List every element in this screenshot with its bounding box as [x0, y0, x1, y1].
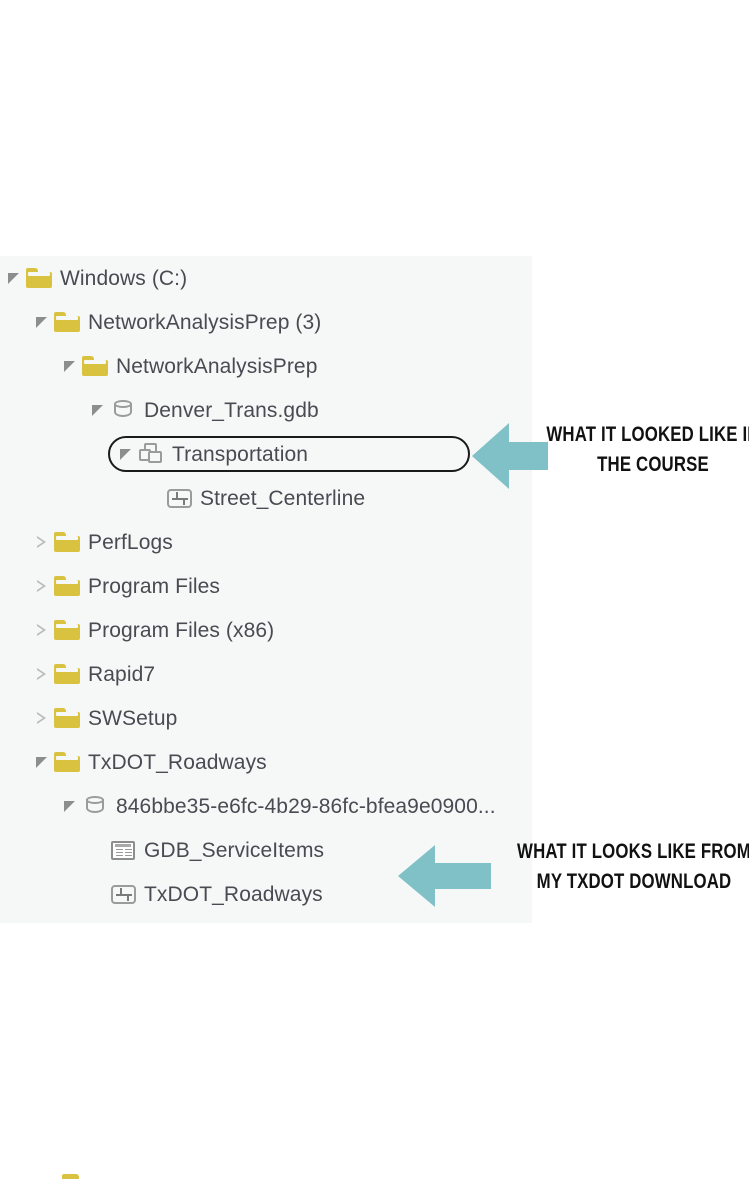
catalog-tree-panel: Windows (C:) NetworkAnalysisPrep (3) Netwo… — [0, 256, 532, 1179]
folder-icon — [80, 344, 110, 388]
geodatabase-icon — [108, 388, 138, 432]
tree-item[interactable]: SWSetup — [0, 696, 532, 740]
table-icon — [108, 828, 138, 872]
expander-expand-icon[interactable] — [30, 652, 52, 696]
tree-item[interactable]: TxDOT_Roadways — [0, 740, 532, 784]
folder-icon — [52, 696, 82, 740]
tree-item[interactable]: Street_Centerline — [0, 476, 532, 520]
tree-item-label: Denver_Trans.gdb — [144, 398, 319, 422]
expander-expand-icon[interactable] — [30, 696, 52, 740]
expander-spacer — [86, 872, 108, 916]
tree-item[interactable]: Transportation — [0, 432, 532, 476]
expander-spacer — [86, 828, 108, 872]
tree-item-label: 846bbe35-e6fc-4b29-86fc-bfea9e0900... — [116, 794, 496, 818]
tree-item-label: Transportation — [172, 442, 309, 466]
tree-item-label: Program Files — [88, 574, 220, 598]
tree-item[interactable]: Windows (C:) — [0, 256, 532, 300]
line-feature-class-icon — [108, 872, 138, 916]
expander-collapse-icon[interactable] — [30, 740, 52, 784]
expander-collapse-icon[interactable] — [58, 784, 80, 828]
tree-item-label: NetworkAnalysisPrep (3) — [88, 310, 322, 334]
expander-expand-icon[interactable] — [30, 608, 52, 652]
expander-collapse-icon[interactable] — [58, 344, 80, 388]
feature-dataset-icon — [136, 432, 166, 476]
tree-item-label: Street_Centerline — [200, 486, 366, 510]
expander-expand-icon[interactable] — [30, 564, 52, 608]
course-callout-text: WHAT IT LOOKED LIKE IN THE COURSE — [546, 423, 749, 476]
folder-icon — [52, 608, 82, 652]
folder-icon — [52, 652, 82, 696]
tree-item[interactable]: Program Files — [0, 564, 532, 608]
tree-item-label: Program Files (x86) — [88, 618, 275, 642]
folder-icon — [52, 300, 82, 344]
folder-icon — [52, 564, 82, 608]
tree-item-label: SWSetup — [88, 706, 178, 730]
tree-item[interactable]: NetworkAnalysisPrep (3) — [0, 300, 532, 344]
tree-item[interactable]: Program Files (x86) — [0, 608, 532, 652]
line-feature-class-icon — [164, 476, 194, 520]
expander-collapse-icon[interactable] — [114, 432, 136, 476]
catalog-tree[interactable]: Windows (C:) NetworkAnalysisPrep (3) Netwo… — [0, 256, 532, 916]
geodatabase-icon — [80, 784, 110, 828]
expander-collapse-icon[interactable] — [30, 300, 52, 344]
tree-item-label: Rapid7 — [88, 662, 156, 686]
tree-item-label: TxDOT_Roadways — [88, 750, 267, 774]
tree-item[interactable]: 846bbe35-e6fc-4b29-86fc-bfea9e0900... — [0, 784, 532, 828]
expander-collapse-icon[interactable] — [2, 256, 24, 300]
tree-item-label: NetworkAnalysisPrep — [116, 354, 318, 378]
tree-item[interactable]: Denver_Trans.gdb — [0, 388, 532, 432]
tree-item[interactable]: PerfLogs — [0, 520, 532, 564]
expander-collapse-icon[interactable] — [86, 388, 108, 432]
tree-item-label: TxDOT_Roadways — [144, 882, 323, 906]
expander-spacer — [142, 476, 164, 520]
download-callout-text: WHAT IT LOOKS LIKE FROM MY TXDOT DOWNLOA… — [517, 840, 749, 893]
tree-item[interactable]: Rapid7 — [0, 652, 532, 696]
left-arrow-icon-bottom — [398, 845, 491, 907]
expander-expand-icon[interactable] — [30, 520, 52, 564]
tree-item[interactable]: NetworkAnalysisPrep — [0, 344, 532, 388]
tree-item-label: PerfLogs — [88, 530, 173, 554]
folder-icon — [52, 740, 82, 784]
folder-icon — [24, 256, 54, 300]
folder-icon — [52, 520, 82, 564]
clipped-folder-icon — [62, 1174, 79, 1179]
tree-item-label: Windows (C:) — [60, 266, 188, 290]
tree-item-label: GDB_ServiceItems — [144, 838, 325, 862]
